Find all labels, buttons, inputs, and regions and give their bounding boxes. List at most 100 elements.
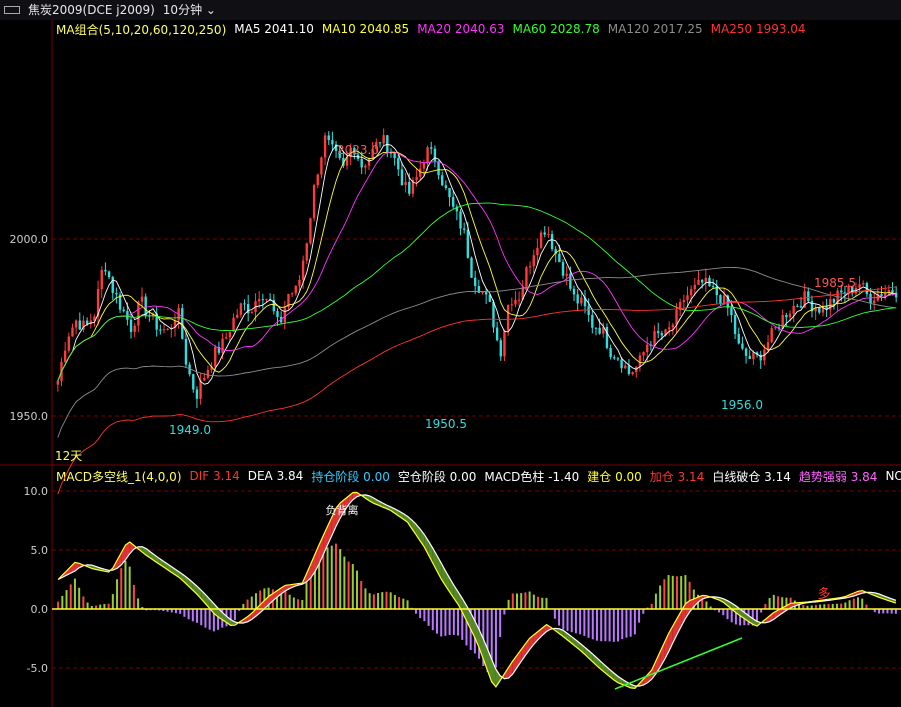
candle-body	[796, 305, 799, 307]
candle-body	[495, 327, 499, 341]
candle-body	[631, 372, 634, 375]
candle-body	[785, 315, 788, 318]
candle-body	[770, 328, 773, 343]
candle-body	[115, 293, 118, 295]
candle-body	[107, 271, 111, 278]
candle-body	[290, 293, 294, 295]
candle-body	[257, 299, 261, 302]
candle-body	[283, 307, 287, 323]
low-annotation-1950-5: 1950.5	[425, 417, 467, 431]
candle-body	[788, 313, 792, 318]
candle-body	[276, 311, 279, 317]
candle-body	[657, 331, 660, 334]
candle-body	[499, 340, 502, 357]
candle-body	[364, 165, 367, 168]
candle-body	[700, 279, 704, 283]
candle-body	[74, 320, 78, 328]
candle-body	[693, 284, 697, 290]
low-annotation-1949: 1949.0	[169, 423, 211, 437]
candle-body	[539, 232, 543, 248]
candle-body	[792, 305, 795, 314]
candle-body	[506, 304, 510, 331]
period-label: 12天	[55, 449, 82, 463]
candle-body	[111, 277, 114, 294]
candle-body	[250, 312, 254, 314]
candle-body	[711, 286, 715, 288]
candle-body	[543, 232, 546, 235]
macd-tick-10: 10.0	[24, 485, 49, 498]
candle-body	[206, 369, 210, 378]
candle-body	[624, 365, 627, 369]
candle-body	[199, 380, 202, 399]
candle-body	[71, 327, 74, 337]
candle-body	[393, 152, 396, 159]
candle-body	[301, 260, 305, 280]
ma-line-ma120	[57, 266, 897, 438]
candle-body	[221, 338, 224, 353]
candle-body	[144, 296, 147, 316]
candle-body	[598, 327, 601, 334]
candle-body	[719, 295, 722, 304]
candle-body	[203, 377, 206, 381]
candle-body	[228, 331, 232, 338]
candle-body	[609, 347, 612, 358]
candle-body	[367, 158, 371, 166]
candle-body	[444, 185, 448, 189]
divergence-trend-line	[614, 637, 743, 690]
candle-body	[869, 294, 872, 304]
high-annotation-2023: 2023.0	[337, 143, 379, 157]
candle-body	[122, 309, 125, 312]
candle-body	[360, 158, 363, 168]
candle-body	[459, 211, 462, 229]
candle-body	[561, 262, 565, 276]
candle-body	[239, 303, 243, 315]
candle-body	[528, 266, 532, 268]
candle-body	[452, 197, 455, 207]
candle-body	[774, 327, 777, 329]
candle-body	[404, 181, 407, 186]
candle-body	[733, 315, 737, 334]
chart-canvas[interactable]: 2000.0 1950.0 10.0 5.0 0.0 -5.0 2023.0 1…	[0, 0, 901, 707]
candle-body	[858, 284, 861, 288]
candle-body	[887, 290, 891, 293]
candle-body	[704, 277, 708, 283]
macd-tick-minus5: -5.0	[27, 662, 48, 675]
candle-body	[184, 338, 188, 365]
candle-body	[448, 188, 451, 198]
candle-body	[517, 299, 521, 301]
candle-body	[832, 299, 836, 303]
candle-body	[408, 181, 411, 194]
candle-body	[689, 289, 693, 296]
candle-body	[671, 324, 675, 328]
candle-body	[378, 142, 382, 144]
candle-body	[331, 140, 334, 145]
candle-body	[748, 355, 751, 359]
candle-body	[799, 306, 803, 308]
candle-body	[133, 325, 136, 332]
candle-body	[667, 327, 671, 330]
candle-body	[686, 295, 689, 301]
candle-body	[382, 135, 385, 144]
candle-body	[195, 389, 199, 399]
candle-body	[642, 352, 645, 356]
candle-body	[646, 344, 649, 353]
candle-body	[766, 342, 770, 350]
candle-body	[510, 304, 513, 306]
candle-body	[532, 255, 535, 267]
candle-body	[536, 247, 539, 256]
candle-body	[873, 300, 876, 304]
candle-body	[807, 291, 810, 302]
candle-body	[638, 355, 642, 367]
candle-body	[159, 329, 162, 331]
candle-body	[620, 359, 623, 369]
candle-body	[880, 294, 883, 297]
candle-body	[415, 176, 418, 180]
candle-body	[426, 147, 429, 164]
candle-body	[232, 317, 235, 332]
candle-body	[298, 279, 301, 286]
candle-body	[225, 337, 228, 339]
candle-body	[473, 277, 477, 286]
ma-line-ma20	[57, 151, 897, 382]
candle-body	[605, 326, 609, 348]
ma-line-ma5	[57, 143, 897, 385]
